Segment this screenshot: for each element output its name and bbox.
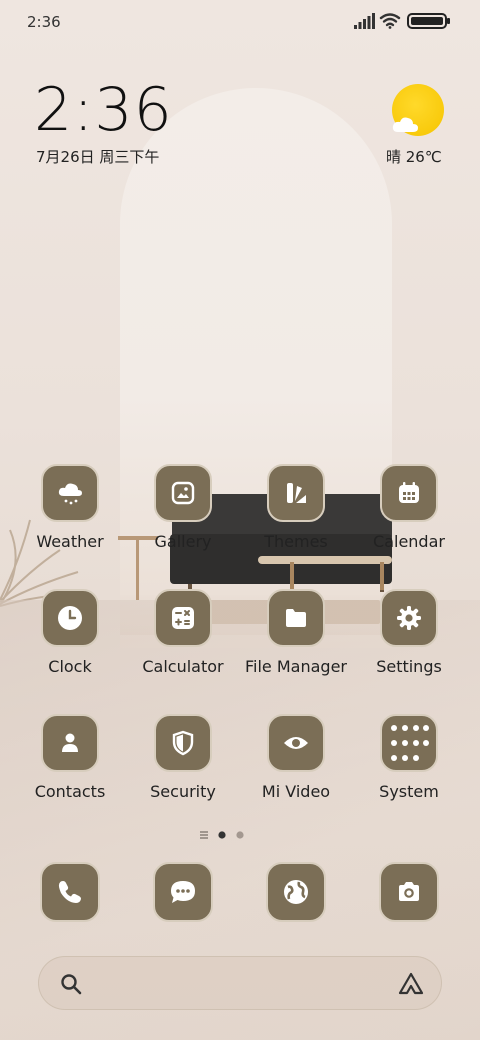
weather-icon <box>41 464 99 522</box>
clock-widget-date[interactable]: 7月26日 周三下午 <box>36 146 159 167</box>
cloud-icon <box>392 117 418 132</box>
folder-grid-icon <box>380 714 438 772</box>
signal-icon <box>354 13 375 29</box>
dock-camera[interactable] <box>354 862 464 922</box>
app-label: Themes <box>264 532 328 551</box>
page-indicator[interactable] <box>196 828 256 842</box>
search-icon[interactable] <box>59 972 83 996</box>
app-label: Calendar <box>373 532 445 551</box>
camera-icon <box>379 862 439 922</box>
dock-browser[interactable] <box>241 862 351 922</box>
status-icons <box>354 12 454 30</box>
app-label: Clock <box>48 657 92 676</box>
app-mi-video[interactable]: Mi Video <box>241 714 351 801</box>
message-icon <box>153 862 213 922</box>
app-file-manager[interactable]: File Manager <box>241 589 351 676</box>
app-clock[interactable]: Clock <box>15 589 125 676</box>
app-calendar[interactable]: Calendar <box>354 464 464 551</box>
weather-widget-text[interactable]: 晴 26℃ <box>386 146 442 167</box>
person-icon <box>41 714 99 772</box>
status-bar: 2:36 <box>0 0 480 40</box>
clock-icon <box>41 589 99 647</box>
app-label: Calculator <box>142 657 224 676</box>
page-dot <box>236 831 244 839</box>
gear-icon <box>380 589 438 647</box>
app-gallery[interactable]: Gallery <box>128 464 238 551</box>
dock-messages[interactable] <box>128 862 238 922</box>
app-label: Contacts <box>34 782 106 801</box>
search-bar[interactable] <box>38 956 442 1010</box>
gallery-icon <box>154 464 212 522</box>
app-label: Gallery <box>154 532 212 551</box>
app-security[interactable]: Security <box>128 714 238 801</box>
wifi-icon <box>379 13 401 29</box>
battery-icon <box>407 13 450 29</box>
app-calculator[interactable]: Calculator <box>128 589 238 676</box>
status-time: 2:36 <box>27 13 61 31</box>
clock-widget-time[interactable]: 2:36 <box>34 78 173 142</box>
app-system-folder[interactable]: System <box>354 714 464 801</box>
folder-icon <box>267 589 325 647</box>
shield-icon <box>154 714 212 772</box>
app-contacts[interactable]: Contacts <box>15 714 125 801</box>
browser-globe-icon <box>266 862 326 922</box>
app-label: Mi Video <box>261 782 331 801</box>
app-label: File Manager <box>245 657 347 676</box>
app-label: Security <box>150 782 216 801</box>
assistant-icon[interactable] <box>397 971 425 997</box>
app-label: System <box>379 782 439 801</box>
themes-icon <box>267 464 325 522</box>
app-label: Settings <box>376 657 442 676</box>
page-dot-active <box>218 831 226 839</box>
wallpaper-table-leg <box>380 562 384 590</box>
dock-phone[interactable] <box>15 862 125 922</box>
calculator-icon <box>154 589 212 647</box>
app-label: Weather <box>36 532 104 551</box>
app-themes[interactable]: Themes <box>241 464 351 551</box>
calendar-icon <box>380 464 438 522</box>
eye-icon <box>267 714 325 772</box>
app-settings[interactable]: Settings <box>354 589 464 676</box>
wallpaper-table-leg <box>290 562 294 590</box>
app-weather[interactable]: Weather <box>15 464 125 551</box>
page-list-icon <box>200 831 208 839</box>
wallpaper-coffee-table <box>258 556 392 564</box>
phone-icon <box>40 862 100 922</box>
